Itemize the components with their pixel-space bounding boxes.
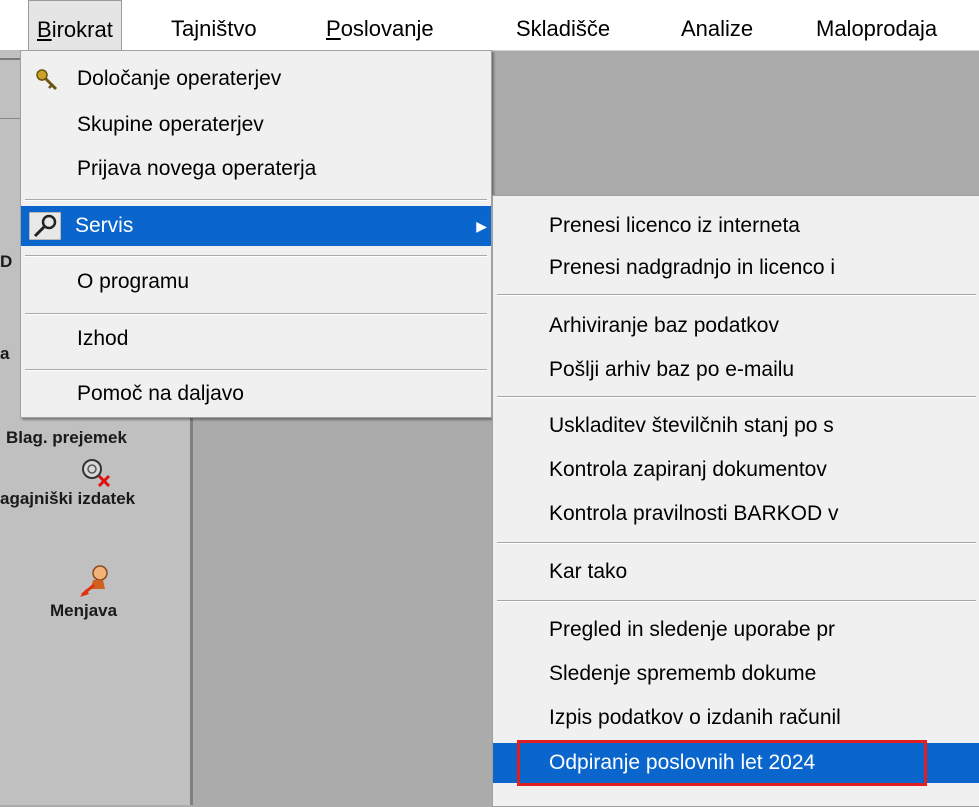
cash-out-icon[interactable]	[78, 455, 114, 491]
menu-item-dolocanje-operaterjev[interactable]: Določanje operaterjev	[21, 59, 491, 99]
key-icon	[36, 69, 58, 91]
birokrat-menu: Določanje operaterjev Skupine operaterje…	[20, 50, 492, 418]
menu-analize[interactable]: Analize	[673, 0, 761, 50]
servis-submenu: Prenesi licenco iz interneta Prenesi nad…	[492, 195, 979, 807]
toolbar-divider	[0, 58, 20, 60]
menu-item-pomoc-na-daljavo[interactable]: Pomoč na daljavo	[21, 374, 491, 414]
toolbar-blag-izdatek[interactable]: agajniški izdatek	[0, 489, 135, 509]
submenu-item-poslji-arhiv[interactable]: Pošlji arhiv baz po e-mailu	[493, 350, 979, 390]
submenu-item-kontrola-barkod[interactable]: Kontrola pravilnosti BARKOD v	[493, 494, 979, 534]
menu-tajnistvo[interactable]: Tajništvo	[163, 0, 265, 50]
submenu-item-arhiviranje[interactable]: Arhiviranje baz podatkov	[493, 306, 979, 346]
submenu-item-kar-tako[interactable]: Kar tako	[493, 552, 979, 592]
submenu-item-prenesi-licenco[interactable]: Prenesi licenco iz interneta	[493, 206, 979, 246]
submenu-item-pregled-sledenje[interactable]: Pregled in sledenje uporabe pr	[493, 610, 979, 650]
highlight-annotation	[517, 740, 927, 786]
menu-item-izhod[interactable]: Izhod	[21, 319, 491, 359]
toolbar-menjava[interactable]: Menjava	[50, 601, 117, 621]
menu-separator	[497, 396, 976, 398]
menu-item-prijava-novega-operaterja[interactable]: Prijava novega operaterja	[21, 149, 491, 189]
toolbar-divider	[0, 118, 20, 119]
menu-maloprodaja[interactable]: Maloprodaja	[808, 0, 945, 50]
menu-separator	[25, 369, 487, 371]
menu-birokrat[interactable]: Birokrat	[28, 0, 122, 50]
menu-separator	[25, 199, 487, 201]
submenu-item-prenesi-nadgradnjo[interactable]: Prenesi nadgradnjo in licenco i	[493, 248, 979, 288]
submenu-item-kontrola-zapiranj[interactable]: Kontrola zapiranj dokumentov	[493, 450, 979, 490]
menu-poslovanje[interactable]: Poslovanje	[318, 0, 442, 50]
menu-separator	[497, 542, 976, 544]
menu-bar: Birokrat Tajništvo Poslovanje Skladišče …	[0, 0, 979, 51]
toolbar-partial-label: D	[0, 252, 13, 271]
menu-separator	[25, 313, 487, 315]
menu-item-skupine-operaterjev[interactable]: Skupine operaterjev	[21, 105, 491, 145]
menu-separator	[25, 255, 487, 257]
menu-separator	[497, 600, 976, 602]
menu-item-servis[interactable]: Servis ▶	[21, 206, 491, 246]
menu-skladisce[interactable]: Skladišče	[508, 0, 618, 50]
exchange-icon[interactable]	[78, 563, 114, 599]
submenu-item-izpis-podatkov[interactable]: Izpis podatkov o izdanih računil	[493, 698, 979, 738]
toolbar-blag-prejemek[interactable]: Blag. prejemek	[6, 428, 127, 448]
submenu-item-uskladitev[interactable]: Uskladitev številčnih stanj po s	[493, 406, 979, 446]
menu-separator	[497, 294, 976, 296]
menu-item-o-programu[interactable]: O programu	[21, 262, 491, 302]
submenu-arrow-icon: ▶	[476, 218, 487, 234]
toolbar-partial-label: a	[0, 344, 10, 363]
wrench-icon	[29, 212, 61, 240]
submenu-item-sledenje-sprememb[interactable]: Sledenje sprememb dokume	[493, 654, 979, 694]
